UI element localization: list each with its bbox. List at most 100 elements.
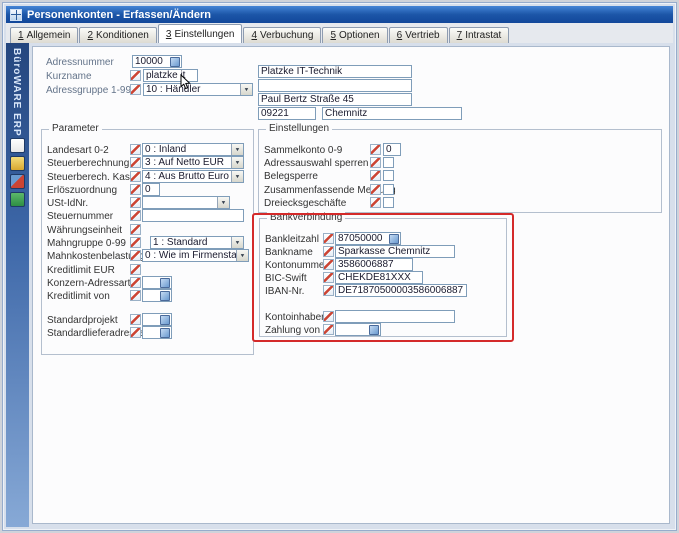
steuerberech-kasse-label: Steuerberech. Kasse xyxy=(47,172,140,183)
tab-allgemein[interactable]: 1Allgemein xyxy=(10,27,78,43)
app-icon xyxy=(10,9,22,21)
chevron-down-icon[interactable] xyxy=(240,84,252,95)
steuerberech-kasse-select[interactable]: 4 : Aus Brutto Euro xyxy=(142,170,244,183)
export-icon[interactable] xyxy=(10,192,25,207)
zusammenfassende-meldung-checkbox[interactable] xyxy=(383,184,394,195)
adressauswahl-sperren-checkbox[interactable] xyxy=(383,157,394,168)
strasse-input[interactable] xyxy=(258,93,412,106)
einstellungen-group-title: Einstellungen xyxy=(266,123,332,134)
title-bar[interactable]: Personenkonten - Erfassen/Ändern xyxy=(6,6,673,23)
kontoinhaber-input[interactable] xyxy=(335,310,455,323)
app-window: Personenkonten - Erfassen/Ändern 1Allgem… xyxy=(2,2,677,531)
field-edit-icon[interactable] xyxy=(130,277,141,288)
pencil-icon[interactable] xyxy=(10,174,25,189)
steuerberechnung-label: Steuerberechnung xyxy=(47,158,129,169)
field-edit-icon[interactable] xyxy=(130,237,141,248)
notepad-icon[interactable] xyxy=(10,138,25,153)
kontonummer-label: Kontonummer xyxy=(265,260,328,271)
lookup-icon[interactable] xyxy=(389,234,399,244)
chevron-down-icon[interactable] xyxy=(231,144,243,155)
tab-verbuchung[interactable]: 4Verbuchung xyxy=(243,27,321,43)
lookup-icon[interactable] xyxy=(369,325,379,335)
field-edit-icon[interactable] xyxy=(323,285,334,296)
field-edit-icon[interactable] xyxy=(370,170,381,181)
field-edit-icon[interactable] xyxy=(370,144,381,155)
chevron-down-icon[interactable] xyxy=(231,157,243,168)
steuerberechnung-select[interactable]: 3 : Auf Netto EUR xyxy=(142,156,244,169)
lookup-icon[interactable] xyxy=(160,291,170,301)
lookup-icon[interactable] xyxy=(160,328,170,338)
tab-optionen[interactable]: 5Optionen xyxy=(322,27,387,43)
tab-strip: 1Allgemein 2Konditionen 3Einstellungen 4… xyxy=(6,23,673,43)
steuerberechnung-value: 3 : Auf Netto EUR xyxy=(143,157,231,168)
erloeszuordnung-input[interactable] xyxy=(142,183,160,196)
lookup-icon[interactable] xyxy=(170,57,180,67)
bankname-label: Bankname xyxy=(265,247,313,258)
steuernummer-label: Steuernummer xyxy=(47,211,113,222)
field-edit-icon[interactable] xyxy=(130,210,141,221)
chevron-down-icon[interactable] xyxy=(231,171,243,182)
chevron-down-icon[interactable] xyxy=(236,250,248,261)
name1-input[interactable] xyxy=(258,65,412,78)
bankname-input[interactable] xyxy=(335,245,455,258)
lookup-icon[interactable] xyxy=(160,315,170,325)
field-edit-icon[interactable] xyxy=(370,184,381,195)
bic-swift-input[interactable] xyxy=(335,271,423,284)
field-edit-icon[interactable] xyxy=(130,70,141,81)
field-edit-icon[interactable] xyxy=(130,250,141,261)
kontoinhaber-label: Kontoinhaber xyxy=(265,312,325,323)
iban-nr-input[interactable] xyxy=(335,284,467,297)
mahnkostenbelastung-select[interactable]: 0 : Wie im Firmenstamm eing xyxy=(142,249,249,262)
tab-vertrieb[interactable]: 6Vertrieb xyxy=(389,27,448,43)
dreiecksgeschaefte-checkbox[interactable] xyxy=(383,197,394,208)
field-edit-icon[interactable] xyxy=(130,171,141,182)
field-edit-icon[interactable] xyxy=(130,184,141,195)
lookup-icon[interactable] xyxy=(160,278,170,288)
mahngruppe-select[interactable]: 1 : Standard xyxy=(150,236,244,249)
field-edit-icon[interactable] xyxy=(323,324,334,335)
belegsperre-checkbox[interactable] xyxy=(383,170,394,181)
plz-input[interactable] xyxy=(258,107,316,120)
kontonummer-input[interactable] xyxy=(335,258,413,271)
dreiecksgeschaefte-label: Dreiecksgeschäfte xyxy=(264,198,346,209)
field-edit-icon[interactable] xyxy=(370,157,381,168)
tab-intrastat[interactable]: 7Intrastat xyxy=(449,27,510,43)
steuernummer-input[interactable] xyxy=(142,209,244,222)
name2-input[interactable] xyxy=(258,79,412,92)
field-edit-icon[interactable] xyxy=(130,264,141,275)
form-panel: Adressnummer Kurzname Adressgruppe 1-99 … xyxy=(32,46,670,524)
adressgruppe-select[interactable]: 10 : Händler xyxy=(143,83,253,96)
field-edit-icon[interactable] xyxy=(130,144,141,155)
folder-icon[interactable] xyxy=(10,156,25,171)
field-edit-icon[interactable] xyxy=(323,233,334,244)
landesart-select[interactable]: 0 : Inland xyxy=(142,143,244,156)
mahnkostenbelastung-value: 0 : Wie im Firmenstamm eing xyxy=(143,250,236,261)
mouse-cursor xyxy=(180,74,191,90)
mahngruppe-value: 1 : Standard xyxy=(151,237,231,248)
field-edit-icon[interactable] xyxy=(323,272,334,283)
chevron-down-icon[interactable] xyxy=(231,237,243,248)
field-edit-icon[interactable] xyxy=(130,84,141,95)
ust-idnr-select[interactable] xyxy=(142,196,230,209)
field-edit-icon[interactable] xyxy=(130,197,141,208)
field-edit-icon[interactable] xyxy=(130,157,141,168)
ort-input[interactable] xyxy=(322,107,462,120)
tab-konditionen[interactable]: 2Konditionen xyxy=(79,27,156,43)
field-edit-icon[interactable] xyxy=(130,224,141,235)
field-edit-icon[interactable] xyxy=(323,259,334,270)
adressgruppe-value: 10 : Händler xyxy=(144,84,240,95)
mahngruppe-label: Mahngruppe 0-99 xyxy=(47,238,126,249)
bank-group-title: Bankverbindung xyxy=(267,212,345,223)
field-edit-icon[interactable] xyxy=(323,311,334,322)
field-edit-icon[interactable] xyxy=(370,197,381,208)
field-edit-icon[interactable] xyxy=(130,290,141,301)
chevron-down-icon[interactable] xyxy=(217,197,229,208)
field-edit-icon[interactable] xyxy=(130,327,141,338)
brand-label: BüroWARE ERP xyxy=(11,48,22,137)
field-edit-icon[interactable] xyxy=(323,246,334,257)
sammelkonto-input[interactable] xyxy=(383,143,401,156)
tab-einstellungen[interactable]: 3Einstellungen xyxy=(158,24,243,43)
bic-swift-label: BIC-Swift xyxy=(265,273,307,284)
adressgruppe-label: Adressgruppe 1-99 xyxy=(46,85,131,96)
field-edit-icon[interactable] xyxy=(130,314,141,325)
